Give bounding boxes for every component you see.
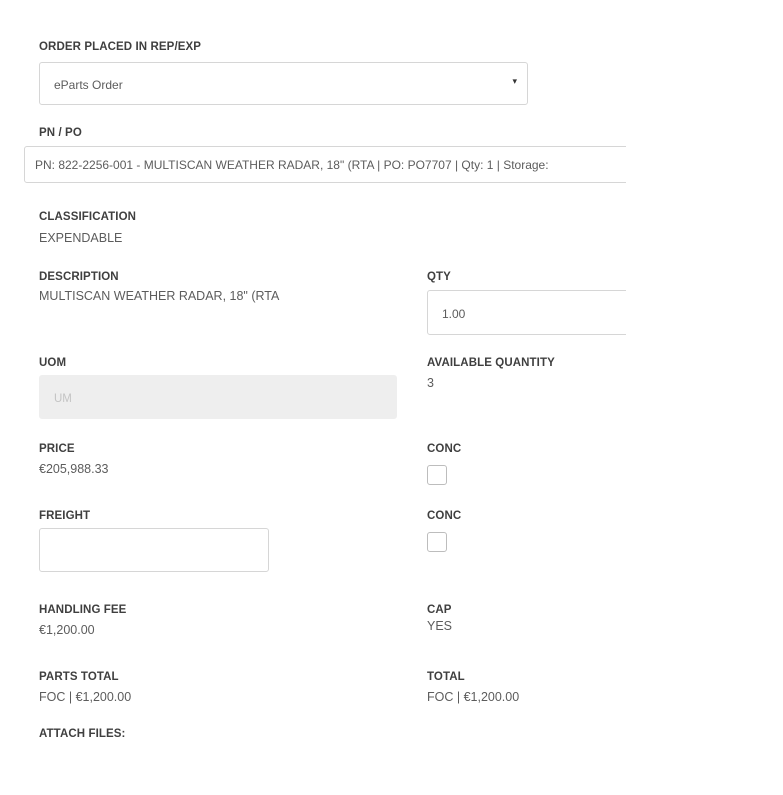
cap-label: CAP: [427, 604, 452, 616]
order-placed-label: ORDER PLACED IN REP/EXP: [39, 41, 202, 53]
price-value: €205,988.33: [39, 462, 109, 476]
attach-files-label: ATTACH FILES:: [39, 728, 126, 740]
conc-freight-checkbox[interactable]: [427, 532, 447, 552]
handling-fee-label: HANDLING FEE: [39, 604, 127, 616]
freight-input[interactable]: [39, 528, 269, 572]
cap-value: YES: [427, 619, 453, 633]
pn-po-field[interactable]: PN: 822-2256-001 - MULTISCAN WEATHER RAD…: [24, 146, 626, 183]
qty-input[interactable]: 1.00: [427, 290, 626, 335]
price-label: PRICE: [39, 443, 75, 455]
parts-total-value: FOC | €1,200.00: [39, 690, 132, 704]
available-quantity-value: 3: [427, 376, 434, 390]
classification-value: EXPENDABLE: [39, 231, 123, 245]
description-label: DESCRIPTION: [39, 271, 119, 283]
uom-label: UOM: [39, 357, 67, 369]
order-form: ORDER PLACED IN REP/EXP eParts Order ▾ P…: [0, 0, 626, 740]
available-quantity-label: AVAILABLE QUANTITY: [427, 357, 555, 369]
order-placed-selected-value: eParts Order: [54, 78, 123, 92]
parts-total-label: PARTS TOTAL: [39, 671, 119, 683]
uom-field[interactable]: UM: [39, 375, 397, 419]
freight-label: FREIGHT: [39, 510, 91, 522]
total-value: FOC | €1,200.00: [427, 690, 520, 704]
qty-label: QTY: [427, 271, 451, 283]
conc-freight-label: CONC: [427, 510, 462, 522]
conc-price-label: CONC: [427, 443, 462, 455]
handling-fee-value: €1,200.00: [39, 623, 95, 637]
uom-placeholder: UM: [54, 393, 72, 405]
pn-po-value: PN: 822-2256-001 - MULTISCAN WEATHER RAD…: [35, 158, 549, 172]
conc-price-checkbox[interactable]: [427, 465, 447, 485]
description-value: MULTISCAN WEATHER RADAR, 18" (RTA: [39, 289, 280, 303]
qty-value: 1.00: [442, 307, 466, 321]
order-placed-select[interactable]: eParts Order ▾: [39, 62, 528, 105]
dropdown-arrow-icon[interactable]: ▾: [512, 76, 517, 87]
classification-label: CLASSIFICATION: [39, 211, 137, 223]
pn-po-label: PN / PO: [39, 127, 82, 139]
total-label: TOTAL: [427, 671, 465, 683]
